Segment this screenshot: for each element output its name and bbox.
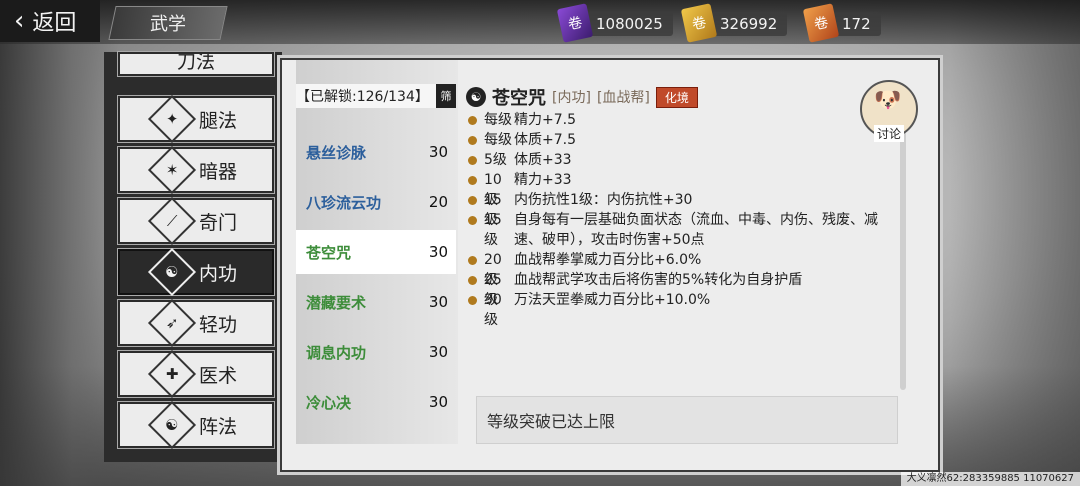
effect-text: 自身每有一层基础负面状态（流血、中毒、内伤、残废、减速、破甲），攻击时伤害+50… (514, 212, 878, 248)
skill-name: 八珍流云功 (306, 193, 382, 212)
category-label: 轻功 (198, 313, 237, 336)
effect-text: 精力+7.5 (514, 112, 576, 128)
skill-name: 调息内功 (306, 343, 367, 362)
inner-power-icon: ☯ (147, 247, 197, 297)
category-label: 暗器 (198, 160, 237, 183)
effect-row: 每级 精力+7.5 (466, 110, 894, 130)
currency-value: 172 (842, 15, 871, 33)
skill-name: 潜藏要术 (306, 293, 367, 312)
effect-text: 体质+33 (514, 152, 572, 168)
back-label: 返回 (32, 11, 77, 36)
discuss-label: 讨论 (873, 125, 904, 142)
realm-badge: 化境 (655, 86, 698, 108)
currency-gold[interactable]: 卷 326992 (680, 3, 788, 43)
list-item-selected[interactable]: 苍空咒 30 (296, 230, 456, 274)
purple-ticket-icon: 卷 (556, 3, 594, 43)
effect-text: 体质+7.5 (514, 132, 576, 148)
effect-level: 每级 (484, 132, 512, 148)
effect-row: 30级 万法天罡拳威力百分比+10.0% (466, 290, 894, 330)
list-item[interactable]: 悬丝诊脉 30 (296, 130, 456, 174)
category-label: 奇门 (198, 211, 237, 234)
effect-level: 15级 (484, 212, 502, 248)
effect-level: 30级 (484, 292, 502, 328)
category-formation[interactable]: ☯ 阵法 (117, 400, 275, 450)
bullet-icon (468, 196, 477, 205)
bullet-icon (468, 216, 477, 225)
category-blade[interactable]: 刀法 (117, 51, 275, 77)
skill-name: 苍空咒 (306, 243, 352, 262)
currency-purple[interactable]: 卷 1080025 (556, 3, 673, 43)
effect-text: 万法天罡拳威力百分比+10.0% (514, 292, 711, 308)
effect-row: 15级 自身每有一层基础负面状态（流血、中毒、内伤、残废、减速、破甲），攻击时伤… (466, 210, 894, 250)
kick-icon: ✦ (147, 94, 197, 144)
category-medicine[interactable]: ✚ 医术 (117, 349, 275, 399)
category-kick[interactable]: ✦ 腿法 (117, 94, 275, 144)
martial-figure-icon: ☯ (466, 87, 486, 107)
effect-row: 每级 体质+7.5 (466, 130, 894, 150)
page-title: 武学 (150, 14, 186, 35)
category-label: 医术 (198, 364, 237, 387)
level-cap-text: 等级突破已达上限 (487, 412, 616, 431)
list-item[interactable]: 冷心决 30 (296, 380, 456, 424)
orange-ticket-icon: 卷 (802, 3, 840, 43)
footer-watermark: 大义凛然62:283359885 11070627 (900, 472, 1080, 486)
skill-level: 30 (428, 293, 448, 311)
effect-level: 5级 (484, 152, 507, 168)
skill-level: 30 (428, 143, 448, 161)
dog-avatar-icon: 🐶 (874, 88, 902, 113)
qinggong-icon: ➶ (147, 298, 197, 348)
category-odd-weapon[interactable]: ⟋ 奇门 (117, 196, 275, 246)
category-label: 阵法 (198, 415, 237, 438)
odd-weapon-icon: ⟋ (147, 196, 197, 246)
bullet-icon (468, 156, 477, 165)
unlock-counter: 【已解锁:126/134】 筛 (296, 84, 456, 108)
effect-level: 每级 (484, 112, 512, 128)
skill-title: 苍空咒 (492, 88, 546, 109)
category-hidden-weapon[interactable]: ✶ 暗器 (117, 145, 275, 195)
page-title-tab: 武学 (108, 6, 228, 40)
unlock-label: 【已解锁:126/134】 (296, 89, 429, 105)
skill-level: 20 (428, 193, 448, 211)
effect-row: 5级 体质+33 (466, 150, 894, 170)
skill-type-tag: [内功] (552, 90, 591, 106)
skill-level: 30 (428, 243, 448, 261)
category-label: 内功 (198, 262, 237, 285)
skill-name: 冷心决 (306, 393, 352, 412)
list-item[interactable]: 调息内功 30 (296, 330, 456, 374)
level-cap-notice: 等级突破已达上限 (476, 396, 898, 444)
bullet-icon (468, 296, 477, 305)
category-label: 刀法 (176, 52, 215, 73)
bullet-icon (468, 176, 477, 185)
bullet-icon (468, 116, 477, 125)
skill-header: ☯ 苍空咒 [内功] [血战帮] 化境 (466, 84, 698, 110)
gold-ticket-icon: 卷 (680, 3, 718, 43)
skill-sect-tag: [血战帮] (596, 90, 650, 106)
bullet-icon (468, 276, 477, 285)
list-item[interactable]: 八珍流云功 20 (296, 180, 456, 224)
bullet-icon (468, 136, 477, 145)
shuriken-icon: ✶ (147, 145, 197, 195)
formation-icon: ☯ (147, 400, 197, 450)
skill-level: 30 (428, 393, 448, 411)
category-label: 腿法 (198, 109, 237, 132)
skill-name: 悬丝诊脉 (306, 143, 367, 162)
currency-value: 326992 (720, 15, 778, 33)
discuss-button[interactable]: 🐶 讨论 (860, 80, 918, 142)
skill-level: 30 (428, 343, 448, 361)
chevron-left-icon: ‹ (14, 6, 25, 36)
filter-button[interactable]: 筛 (436, 84, 456, 108)
category-qinggong[interactable]: ➶ 轻功 (117, 298, 275, 348)
currency-orange[interactable]: 卷 172 (802, 3, 881, 43)
bullet-icon (468, 256, 477, 265)
list-item[interactable]: 潜藏要术 30 (296, 280, 456, 324)
back-button[interactable]: ‹ 返回 (0, 0, 100, 42)
category-inner-power[interactable]: ☯ 内功 (117, 247, 275, 297)
currency-value: 1080025 (596, 15, 663, 33)
medicine-icon: ✚ (147, 349, 197, 399)
